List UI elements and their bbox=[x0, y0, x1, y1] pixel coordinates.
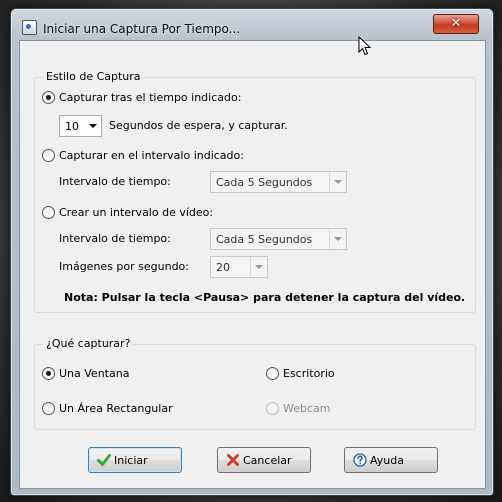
webcam-radio bbox=[266, 402, 279, 415]
delay-seconds-value: 10 bbox=[65, 120, 79, 133]
video-interval-value: Cada 5 Segundos bbox=[216, 233, 313, 246]
help-icon bbox=[353, 453, 367, 467]
interval-time-label: Intervalo de tiempo: bbox=[59, 175, 171, 188]
chevron-down-icon bbox=[250, 257, 267, 277]
interval-time-select[interactable]: Cada 5 Segundos bbox=[210, 171, 347, 193]
start-button-label: Iniciar bbox=[114, 454, 148, 467]
close-icon bbox=[227, 454, 239, 466]
interval-radio[interactable] bbox=[42, 149, 55, 162]
chevron-down-icon bbox=[329, 229, 346, 249]
what-capture-group: ¿Qué capturar? Una Ventana Escritorio Un… bbox=[34, 337, 476, 430]
region-radio[interactable] bbox=[42, 402, 55, 415]
fps-value: 20 bbox=[216, 261, 230, 274]
video-radio[interactable] bbox=[42, 206, 55, 219]
region-radio-label[interactable]: Un Área Rectangular bbox=[59, 402, 173, 415]
cancel-button-label: Cancelar bbox=[243, 454, 292, 467]
check-icon bbox=[97, 454, 111, 466]
pause-note: Nota: Pulsar la tecla <Pausa> para deten… bbox=[64, 291, 466, 304]
delay-radio[interactable] bbox=[42, 91, 55, 104]
dialog-client-area: Estilo de Captura Capturar tras el tiemp… bbox=[19, 40, 486, 489]
interval-radio-label[interactable]: Capturar en el intervalo indicado: bbox=[59, 149, 244, 162]
mouse-cursor-icon bbox=[358, 36, 372, 56]
capture-style-legend: Estilo de Captura bbox=[43, 70, 144, 83]
dialog-window: Iniciar una Captura Por Tiempo... ✕ Esti… bbox=[10, 8, 494, 496]
video-radio-label[interactable]: Crear un intervalo de vídeo: bbox=[59, 206, 213, 219]
delay-suffix-label: Segundos de espera, y capturar. bbox=[109, 119, 288, 132]
window-title: Iniciar una Captura Por Tiempo... bbox=[43, 22, 241, 36]
window-radio-label[interactable]: Una Ventana bbox=[59, 367, 129, 380]
fps-label: Imágenes por segundo: bbox=[59, 260, 189, 273]
app-icon bbox=[22, 20, 37, 35]
chevron-down-icon bbox=[85, 116, 101, 136]
video-interval-label: Intervalo de tiempo: bbox=[59, 232, 171, 245]
video-interval-select[interactable]: Cada 5 Segundos bbox=[210, 228, 347, 250]
help-button[interactable]: Ayuda bbox=[344, 447, 438, 473]
webcam-radio-label: Webcam bbox=[283, 402, 331, 415]
capture-style-group: Estilo de Captura Capturar tras el tiemp… bbox=[34, 70, 476, 313]
interval-time-value: Cada 5 Segundos bbox=[216, 176, 313, 189]
window-radio[interactable] bbox=[42, 367, 55, 380]
chevron-down-icon bbox=[329, 172, 346, 192]
delay-seconds-select[interactable]: 10 bbox=[59, 115, 102, 137]
desktop-radio[interactable] bbox=[266, 367, 279, 380]
start-button[interactable]: Iniciar bbox=[88, 447, 182, 473]
delay-radio-label[interactable]: Capturar tras el tiempo indicado: bbox=[59, 91, 241, 104]
what-capture-legend: ¿Qué capturar? bbox=[43, 337, 134, 350]
close-button[interactable]: ✕ bbox=[433, 14, 479, 34]
help-button-label: Ayuda bbox=[370, 454, 404, 467]
fps-select[interactable]: 20 bbox=[210, 256, 268, 278]
desktop-radio-label[interactable]: Escritorio bbox=[283, 367, 335, 380]
title-bar[interactable]: Iniciar una Captura Por Tiempo... ✕ bbox=[11, 9, 493, 39]
cancel-button[interactable]: Cancelar bbox=[217, 447, 311, 473]
